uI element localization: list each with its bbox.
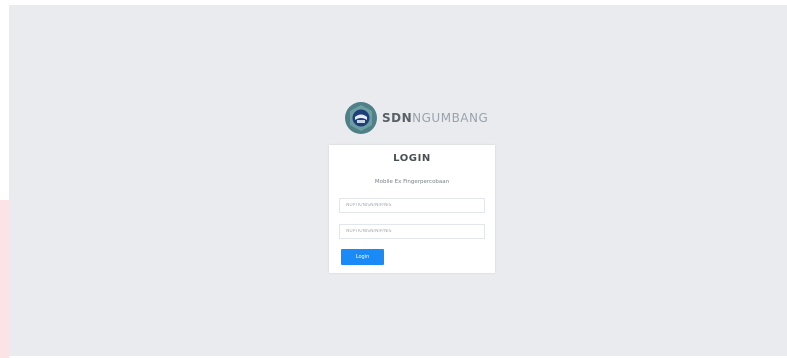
login-button[interactable]: Login bbox=[341, 249, 384, 265]
brand-name: SDNNGUMBANG bbox=[382, 111, 488, 125]
username-input[interactable] bbox=[339, 198, 485, 213]
password-input[interactable] bbox=[339, 224, 485, 239]
login-card: LOGIN Mobile Ex Fingerpercobaan Login bbox=[329, 145, 495, 273]
page-viewport: SDNNGUMBANG LOGIN Mobile Ex Fingerpercob… bbox=[9, 5, 787, 356]
browser-frame: SDNNGUMBANG LOGIN Mobile Ex Fingerpercob… bbox=[0, 0, 787, 358]
brand-name-strong: SDN bbox=[382, 111, 413, 125]
brand-name-light: NGUMBANG bbox=[412, 111, 489, 125]
login-subtitle: Mobile Ex Fingerpercobaan bbox=[374, 179, 450, 185]
school-emblem-icon bbox=[345, 102, 377, 134]
left-edge-strip bbox=[0, 200, 9, 358]
brand-header: SDNNGUMBANG bbox=[344, 101, 488, 135]
login-title: LOGIN bbox=[393, 153, 431, 164]
